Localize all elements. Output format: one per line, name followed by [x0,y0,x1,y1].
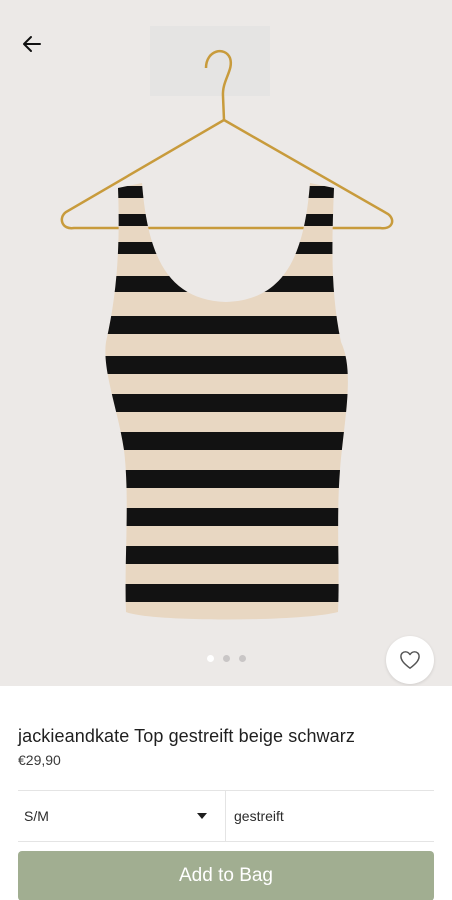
pagination-dot[interactable] [222,655,230,662]
product-price: €29,90 [18,752,61,768]
option-selectors: S/M gestreift [18,790,434,842]
pagination-dot[interactable] [206,655,214,662]
pagination-dot[interactable] [238,655,246,662]
heart-outline-icon [400,651,420,669]
caret-down-icon [197,813,207,819]
favorite-button[interactable] [386,636,434,684]
size-dropdown[interactable]: S/M [18,791,226,841]
size-value: S/M [24,808,49,824]
arrow-left-icon [23,36,41,52]
product-image-gallery[interactable] [0,0,452,686]
back-button[interactable] [14,26,50,62]
product-photo [0,0,452,686]
product-title: jackieandkate Top gestreift beige schwar… [18,726,355,746]
variant-value: gestreift [234,808,284,824]
add-to-bag-button[interactable]: Add to Bag [18,851,434,900]
gallery-pagination [0,655,452,662]
variant-selector[interactable]: gestreift [226,791,434,841]
